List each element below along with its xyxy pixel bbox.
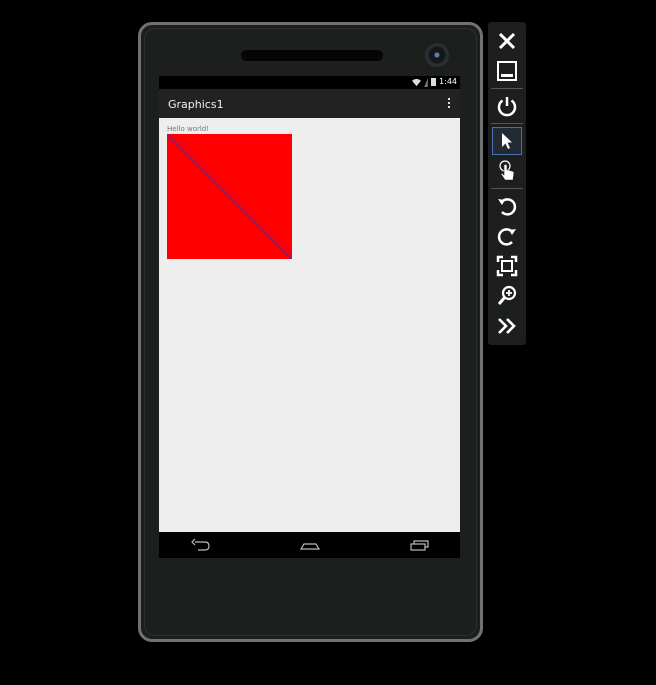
rotate-right-button[interactable] [492,222,522,250]
status-icons: 1:44 [412,77,457,87]
power-icon [497,97,517,117]
home-icon[interactable] [298,537,322,553]
fit-to-screen-icon [496,255,518,277]
pointer-tool-button[interactable] [492,127,522,155]
close-button[interactable] [492,27,522,55]
device-screen[interactable]: 1:44 Graphics1 Hello world! [159,76,460,558]
hello-text: Hello world! [167,125,210,133]
recent-apps-icon[interactable] [408,537,432,553]
status-bar: 1:44 [159,76,460,89]
rotate-left-button[interactable] [492,192,522,220]
emulator-toolbar [488,22,526,345]
status-time: 1:44 [439,77,457,86]
action-bar: Graphics1 [159,89,460,118]
minimize-button[interactable] [492,57,522,85]
touch-hand-icon [499,160,515,181]
close-icon [498,32,516,50]
power-button[interactable] [492,92,522,120]
more-tools-button[interactable] [492,312,522,340]
overflow-menu-icon[interactable] [446,98,452,110]
app-title: Graphics1 [168,98,224,111]
back-icon[interactable] [189,537,213,553]
zoom-icon [497,285,517,305]
zoom-button[interactable] [492,282,522,310]
navigation-bar [159,532,460,558]
wifi-icon [412,78,422,86]
minimize-icon [497,61,517,81]
fit-to-screen-button[interactable] [492,252,522,280]
front-camera [425,43,449,67]
graphics-canvas [167,134,292,259]
speaker-grille [241,50,383,61]
signal-icon [424,77,428,87]
rotate-left-icon [498,198,517,216]
double-chevron-right-icon [498,318,516,334]
touch-tool-button[interactable] [492,157,522,185]
app-content: Hello world! [159,118,460,532]
rotate-right-icon [497,228,516,246]
battery-icon [431,78,437,86]
arrow-cursor-icon [502,133,512,149]
